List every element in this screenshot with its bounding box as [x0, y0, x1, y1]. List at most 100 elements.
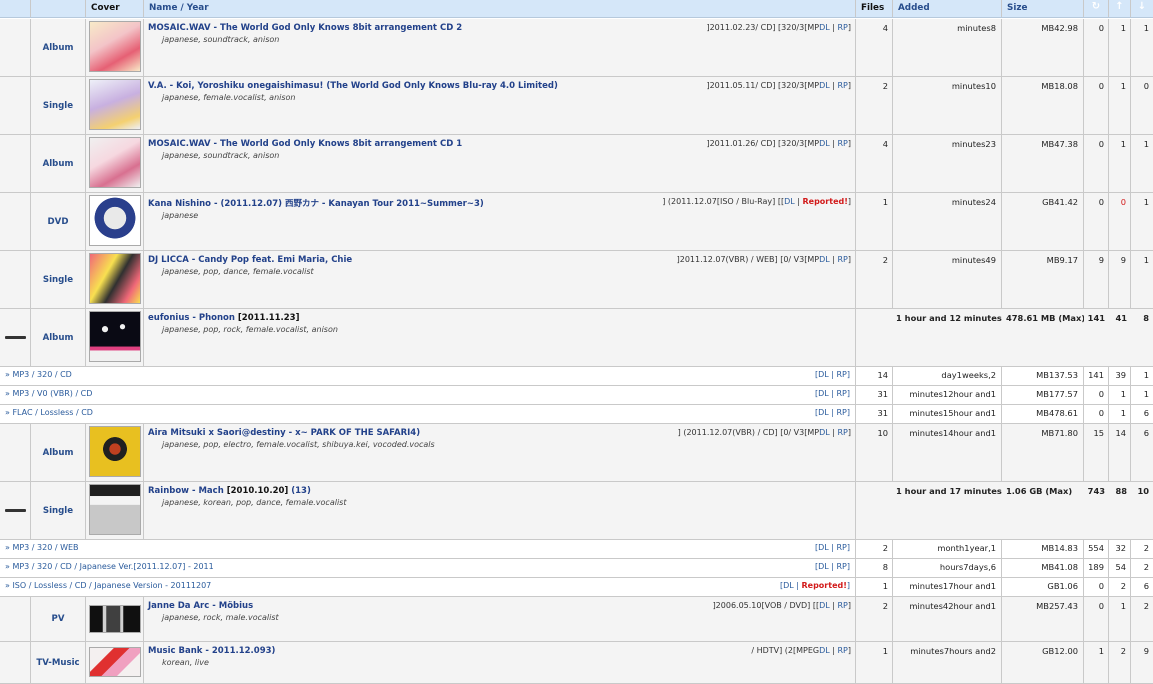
- torrent-meta: ]2011.01.26/ CD] [320/3[MPDL | RP]: [706, 139, 851, 148]
- cover-image[interactable]: [89, 484, 141, 535]
- cover-image[interactable]: [89, 21, 141, 72]
- category-label[interactable]: Album: [31, 19, 85, 76]
- category-label[interactable]: DVD: [31, 193, 85, 250]
- header-files[interactable]: Files: [856, 0, 892, 16]
- header-added[interactable]: Added: [893, 0, 1001, 16]
- report-link[interactable]: RP: [837, 428, 847, 437]
- download-link[interactable]: DL: [818, 389, 829, 398]
- cover-image[interactable]: [89, 311, 141, 362]
- report-link[interactable]: RP: [837, 601, 847, 610]
- torrent-meta: / HDTV] (2[MPEGDL | RP]: [751, 646, 851, 655]
- category-label[interactable]: Album: [31, 424, 85, 481]
- cover-image[interactable]: [89, 605, 141, 633]
- tag-list[interactable]: japanese, soundtrack, anison: [148, 151, 852, 160]
- torrent-title-link[interactable]: Music Bank - 2011.12.093): [148, 646, 852, 656]
- download-link[interactable]: DL: [818, 562, 829, 571]
- report-link[interactable]: RP: [836, 370, 846, 379]
- download-link[interactable]: DL: [818, 543, 829, 552]
- added-time: minutes17hour and1: [909, 581, 996, 591]
- report-link[interactable]: RP: [837, 255, 847, 264]
- report-link[interactable]: RP: [837, 81, 847, 90]
- table-header: Cover Name / Year Files Added Size ↻ ↑ ↓: [0, 0, 1153, 18]
- torrent-row: Album MOSAIC.WAV - The World God Only Kn…: [0, 135, 1153, 193]
- format-link[interactable]: » MP3 / 320 / WEB: [5, 543, 79, 552]
- download-link[interactable]: DL: [783, 581, 794, 590]
- format-link[interactable]: » MP3 / V0 (VBR) / CD: [5, 389, 92, 398]
- download-link[interactable]: DL: [819, 139, 830, 148]
- cover-image[interactable]: [89, 426, 141, 477]
- download-link[interactable]: DL: [819, 646, 830, 655]
- cover-image[interactable]: [89, 137, 141, 188]
- report-link[interactable]: RP: [836, 408, 846, 417]
- release-year: [2011.11.23]: [237, 313, 300, 323]
- download-link[interactable]: DL: [819, 255, 830, 264]
- cover-image[interactable]: [89, 253, 141, 304]
- seeders-count: 1: [1120, 139, 1126, 149]
- seeders-count: 41: [1115, 313, 1127, 323]
- size-value: MB42.98: [1041, 23, 1078, 33]
- download-link[interactable]: DL: [784, 197, 795, 206]
- category-label[interactable]: Album: [31, 309, 85, 366]
- tag-list[interactable]: japanese, pop, electro, female.vocalist,…: [148, 440, 852, 449]
- collapse-toggle[interactable]: [5, 336, 26, 339]
- cover-image[interactable]: [89, 195, 141, 246]
- report-link[interactable]: RP: [836, 389, 846, 398]
- format-link[interactable]: » MP3 / 320 / CD / Japanese Ver.[2011.12…: [5, 562, 214, 571]
- format-link[interactable]: » MP3 / 320 / CD: [5, 370, 72, 379]
- tag-list[interactable]: japanese, soundtrack, anison: [148, 35, 852, 44]
- tag-list[interactable]: japanese: [148, 211, 852, 220]
- format-link[interactable]: » FLAC / Lossless / CD: [5, 408, 93, 417]
- category-label[interactable]: TV-Music: [31, 642, 85, 683]
- cover-image[interactable]: [89, 79, 141, 130]
- cover-image[interactable]: [89, 647, 141, 677]
- download-link[interactable]: DL: [819, 601, 830, 610]
- collapse-toggle[interactable]: [5, 509, 26, 512]
- size-value: GB1.06: [1047, 581, 1078, 591]
- size-value: MB137.53: [1036, 370, 1078, 380]
- snatched-icon[interactable]: ↻: [1084, 0, 1108, 13]
- snatched-count: 15: [1093, 428, 1104, 438]
- release-year: [2010.10.20]: [226, 486, 289, 496]
- reported-label[interactable]: Reported!: [801, 581, 846, 590]
- leechers-count: 1: [1143, 197, 1149, 207]
- tag-list[interactable]: japanese, korean, pop, dance, female.voc…: [148, 498, 852, 507]
- download-link[interactable]: DL: [819, 23, 830, 32]
- torrent-title-link[interactable]: Rainbow - Mach: [148, 486, 224, 496]
- format-row: » MP3 / 320 / CD / Japanese Ver.[2011.12…: [0, 559, 1153, 578]
- torrent-title-link[interactable]: eufonius - Phonon: [148, 313, 235, 323]
- report-link[interactable]: RP: [836, 543, 846, 552]
- format-link[interactable]: » ISO / Lossless / CD / Japanese Version…: [5, 581, 211, 590]
- tag-list[interactable]: japanese, pop, dance, female.vocalist: [148, 267, 852, 276]
- torrent-group-row: Album eufonius - Phonon [2011.11.23] jap…: [0, 309, 1153, 367]
- seeders-count: 9: [1120, 255, 1126, 265]
- size-value: MB47.38: [1041, 139, 1078, 149]
- report-link[interactable]: RP: [837, 139, 847, 148]
- leechers-count: 1: [1143, 389, 1149, 399]
- category-label[interactable]: Single: [31, 482, 85, 539]
- download-link[interactable]: DL: [819, 81, 830, 90]
- files-count: 4: [882, 139, 888, 149]
- tag-list[interactable]: korean, live: [148, 658, 852, 667]
- leechers-icon[interactable]: ↓: [1131, 0, 1153, 13]
- report-link[interactable]: RP: [836, 562, 846, 571]
- report-link[interactable]: RP: [837, 646, 847, 655]
- seeders-icon[interactable]: ↑: [1109, 0, 1130, 13]
- header-name-year[interactable]: Name / Year: [144, 0, 855, 16]
- leechers-count: 9: [1143, 646, 1149, 656]
- report-link[interactable]: RP: [837, 23, 847, 32]
- tag-list[interactable]: japanese, rock, male.vocalist: [148, 613, 852, 622]
- download-link[interactable]: DL: [819, 428, 830, 437]
- snatched-count: 1: [1098, 646, 1104, 656]
- header-size[interactable]: Size: [1002, 0, 1083, 16]
- reported-label[interactable]: Reported!: [802, 197, 847, 206]
- category-label[interactable]: PV: [31, 597, 85, 641]
- category-label[interactable]: Single: [31, 251, 85, 308]
- category-label[interactable]: Single: [31, 77, 85, 134]
- category-label[interactable]: Album: [31, 135, 85, 192]
- tag-list[interactable]: japanese, female.vocalist, anison: [148, 93, 852, 102]
- files-count: 1: [882, 646, 888, 656]
- download-link[interactable]: DL: [818, 370, 829, 379]
- files-count: 31: [877, 389, 888, 399]
- tag-list[interactable]: japanese, pop, rock, female.vocalist, an…: [148, 325, 852, 334]
- download-link[interactable]: DL: [818, 408, 829, 417]
